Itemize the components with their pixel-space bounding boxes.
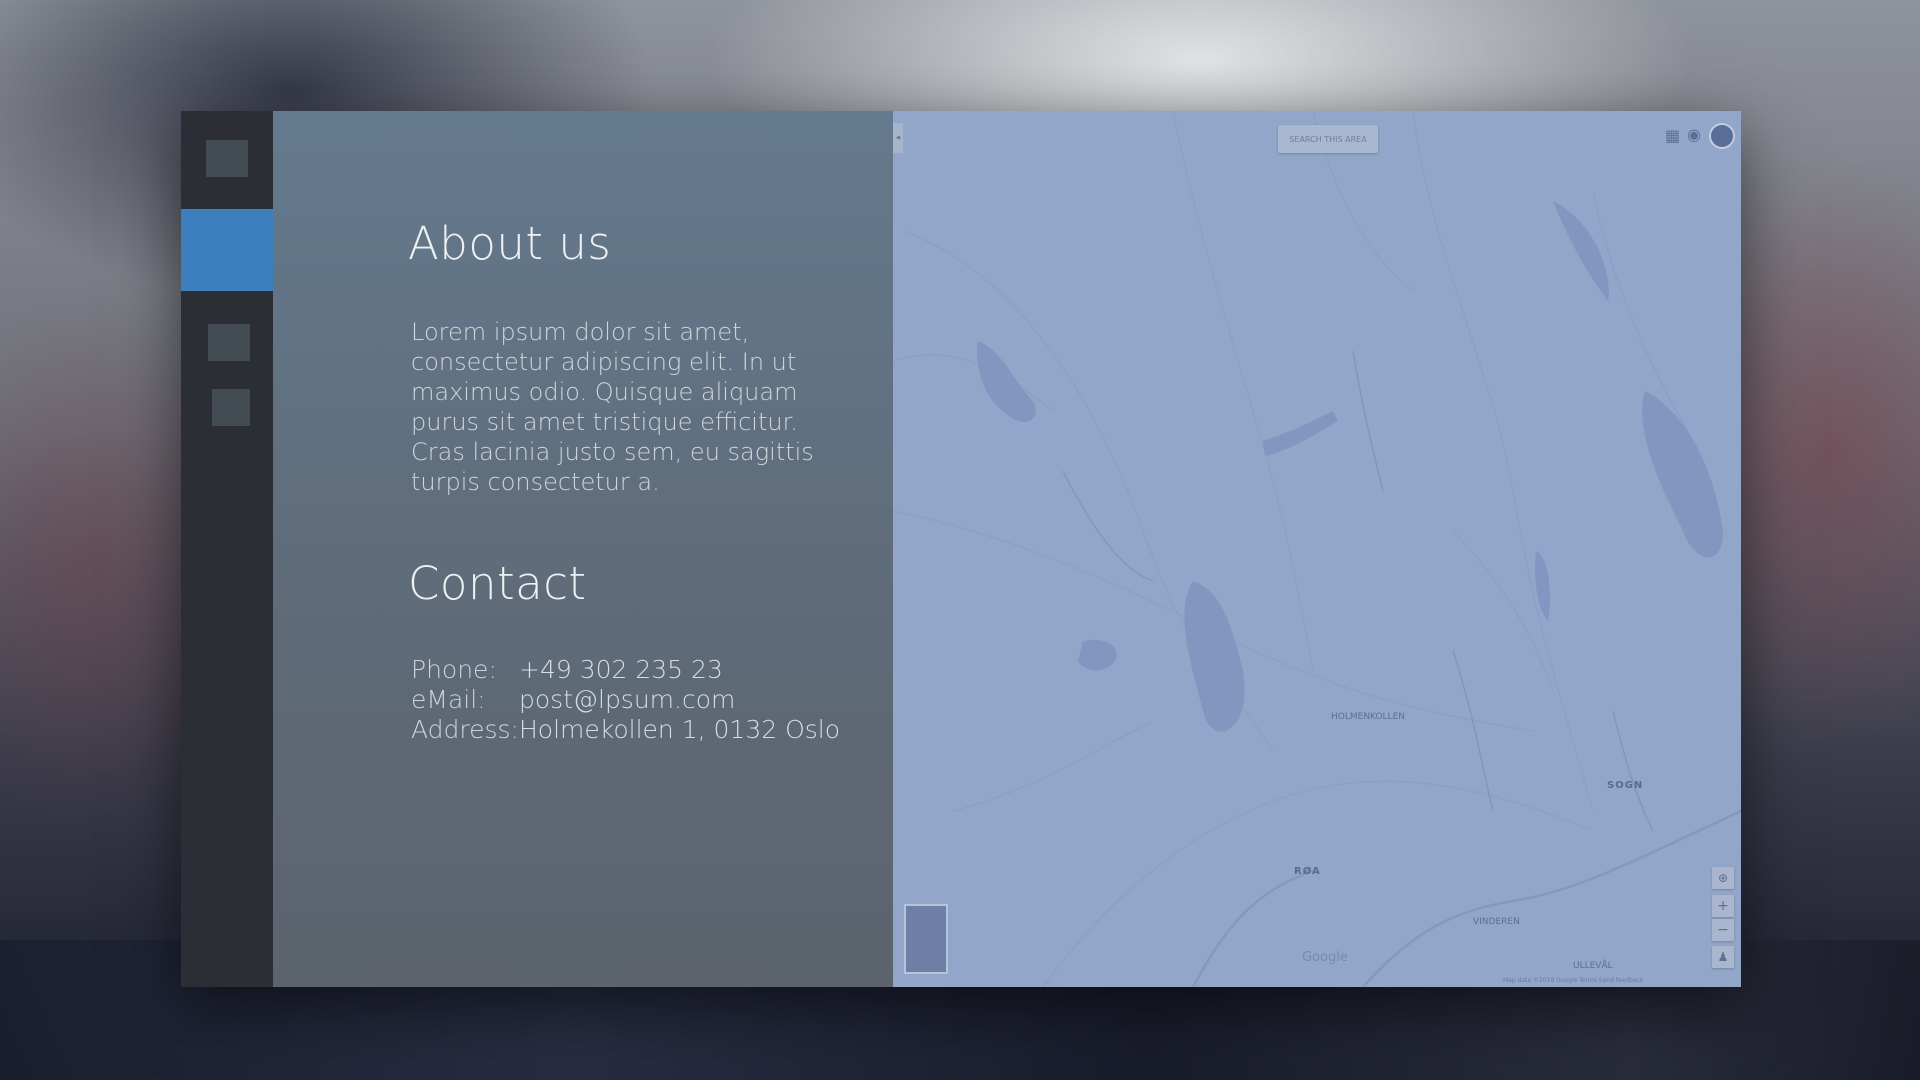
nav-item-3[interactable] (181, 311, 273, 366)
nav-item-2[interactable] (181, 209, 273, 291)
address-row: Address: Holmekollen 1, 0132 Oslo (411, 715, 840, 745)
nav-item-1-icon (206, 140, 248, 177)
nav-item-1[interactable] (181, 111, 273, 206)
about-title: About us (408, 217, 612, 270)
map-label-roa: RØA (1294, 866, 1321, 877)
map-attribution[interactable]: Map data ©2018 Google Terms Send feedbac… (1503, 977, 1643, 984)
google-logo: Google (1302, 950, 1348, 965)
search-this-area-button[interactable]: SEARCH THIS AREA (1278, 125, 1378, 153)
contact-title: Contact (408, 557, 587, 610)
map-label-sogn: SOGN (1607, 780, 1644, 791)
map-tint (893, 111, 1741, 987)
zoom-out-icon[interactable]: − (1712, 919, 1734, 941)
map-panel[interactable]: ◂ SEARCH THIS AREA ▦ ◉ HOLMENKOLLEN SOGN… (893, 111, 1741, 987)
nav-item-4-icon (212, 389, 250, 426)
address-label: Address: (411, 715, 519, 744)
nav-item-4[interactable] (181, 373, 273, 433)
address-value[interactable]: Holmekollen 1, 0132 Oslo (519, 715, 840, 745)
zoom-in-icon[interactable]: + (1712, 895, 1734, 917)
phone-row: Phone: +49 302 235 23 (411, 655, 840, 685)
collapse-panel-button[interactable]: ◂ (893, 123, 903, 153)
about-text: Lorem ipsum dolor sit amet, consectetur … (411, 318, 814, 496)
email-row: eMail: post@lpsum.com (411, 685, 840, 715)
map-layers-toggle[interactable] (904, 904, 948, 974)
compass-icon[interactable]: ⊕ (1712, 867, 1734, 889)
info-panel: About us Lorem ipsum dolor sit amet, con… (273, 111, 893, 987)
phone-value[interactable]: +49 302 235 23 (519, 655, 840, 685)
email-label: eMail: (411, 685, 486, 714)
email-value[interactable]: post@lpsum.com (519, 685, 840, 715)
account-avatar[interactable] (1709, 123, 1735, 149)
apps-icon[interactable]: ▦ (1665, 126, 1680, 145)
contact-details: Phone: +49 302 235 23 eMail: post@lpsum.… (411, 655, 840, 745)
map-label-holmenkollen: HOLMENKOLLEN (1331, 712, 1405, 722)
map-label-ullevaal: ULLEVÅL (1573, 961, 1613, 971)
location-icon[interactable]: ◉ (1687, 125, 1701, 144)
pegman-icon[interactable]: ♟ (1712, 946, 1734, 968)
app-window: About us Lorem ipsum dolor sit amet, con… (181, 111, 1741, 987)
nav-item-3-icon (208, 324, 250, 361)
map-label-vinderen: VINDEREN (1473, 917, 1520, 927)
sidebar (181, 111, 273, 987)
phone-label: Phone: (411, 655, 497, 684)
